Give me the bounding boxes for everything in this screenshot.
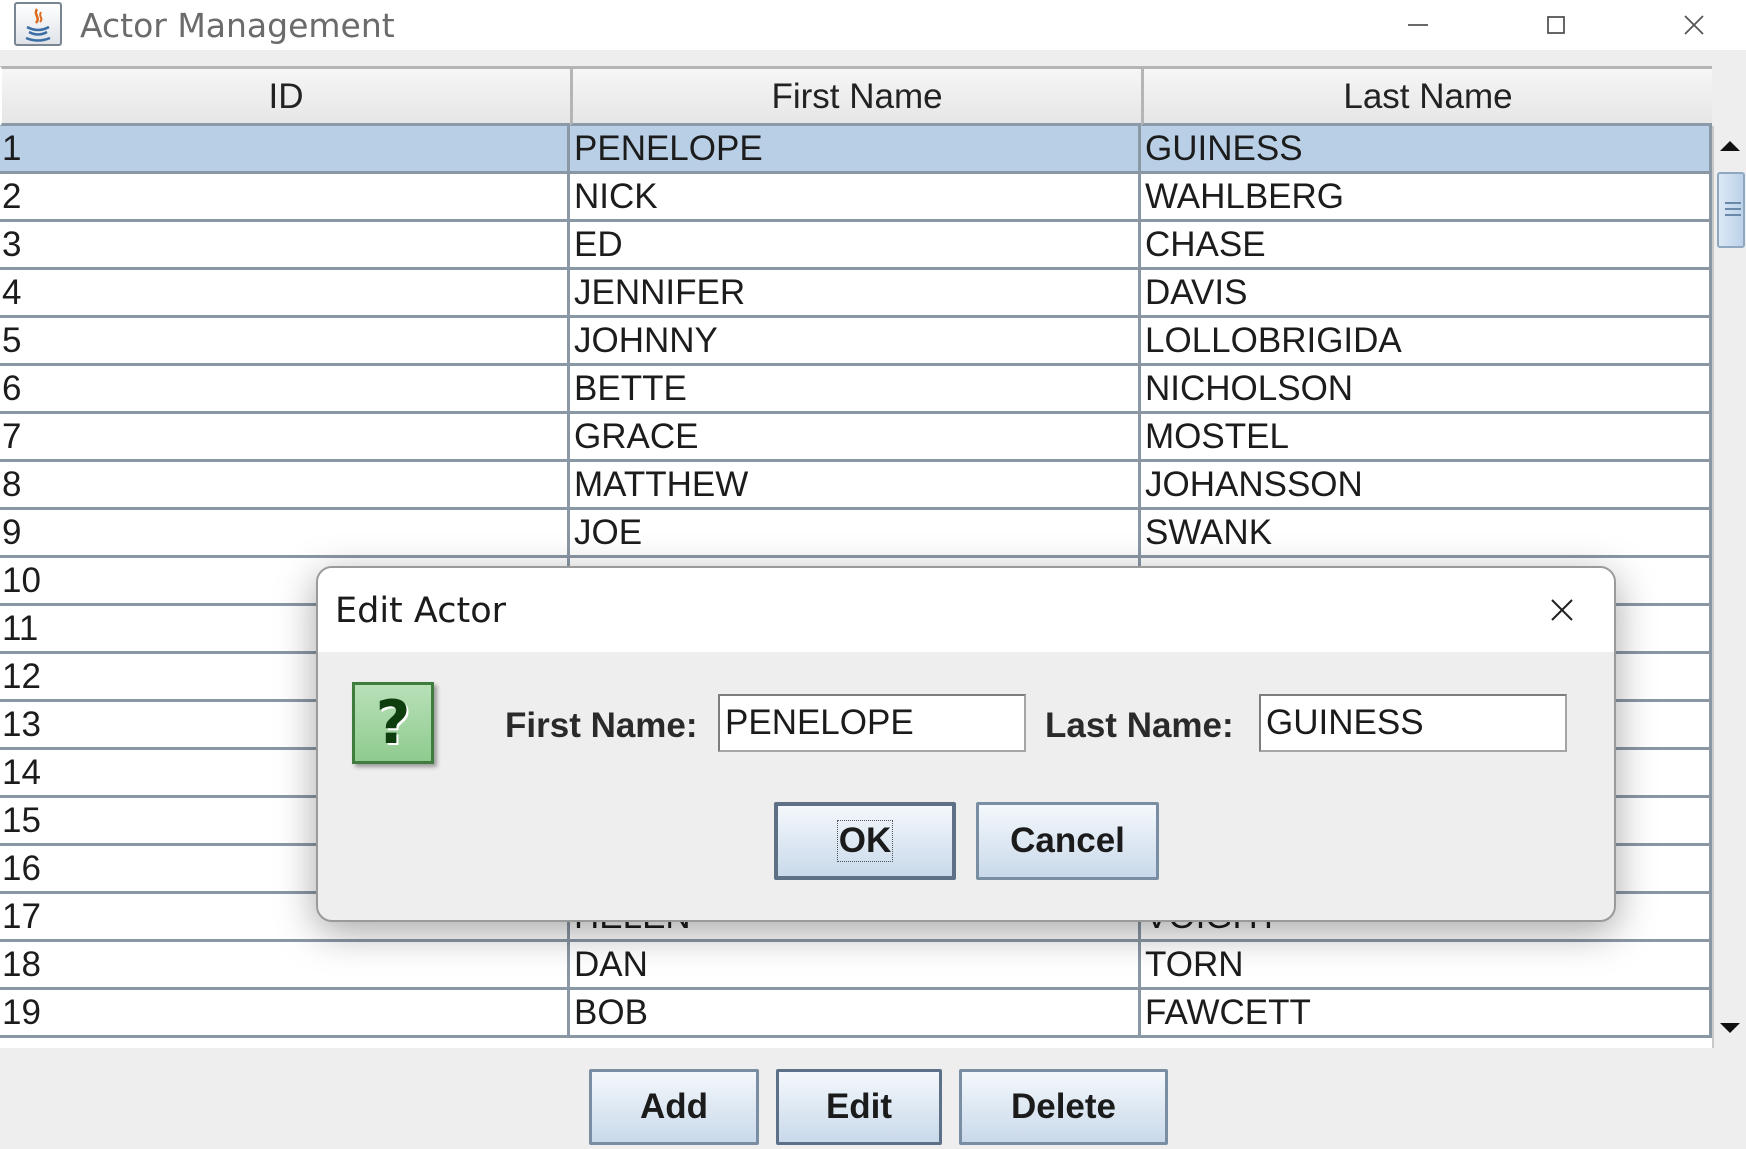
table-row[interactable]: 7 GRACE MOSTEL [0,414,1712,462]
question-mark-glyph: ? [375,688,411,758]
table-row[interactable]: 5 JOHNNY LOLLOBRIGIDA [0,318,1712,366]
cell-last-name[interactable]: LOLLOBRIGIDA [1141,318,1712,363]
last-name-label: Last Name: [1045,706,1234,745]
cell-id[interactable]: 5 [0,318,570,363]
cell-first-name[interactable]: JENNIFER [570,270,1141,315]
cell-first-name[interactable]: MATTHEW [570,462,1141,507]
vertical-scrollbar[interactable] [1712,126,1746,1048]
cell-id[interactable]: 18 [0,942,570,987]
dialog-title: Edit Actor [335,591,507,631]
first-name-field[interactable] [718,694,1026,752]
column-header-last-name[interactable]: Last Name [1141,66,1712,126]
column-header-first-name[interactable]: First Name [570,66,1141,126]
cell-id[interactable]: 3 [0,222,570,267]
cell-last-name[interactable]: FAWCETT [1141,990,1712,1035]
table-row[interactable]: 4 JENNIFER DAVIS [0,270,1712,318]
cell-id[interactable]: 8 [0,462,570,507]
column-header-id[interactable]: ID [0,66,570,126]
window-titlebar: Actor Management [0,0,1746,50]
close-icon[interactable] [1634,0,1746,50]
table-row[interactable]: 3 ED CHASE [0,222,1712,270]
cell-id[interactable]: 4 [0,270,570,315]
cell-first-name[interactable]: PENELOPE [570,126,1141,171]
cell-last-name[interactable]: SWANK [1141,510,1712,555]
table-row[interactable]: 2 NICK WAHLBERG [0,174,1712,222]
cell-last-name[interactable]: GUINESS [1141,126,1712,171]
cell-first-name[interactable]: NICK [570,174,1141,219]
cell-id[interactable]: 6 [0,366,570,411]
cell-first-name[interactable]: GRACE [570,414,1141,459]
cell-first-name[interactable]: JOHNNY [570,318,1141,363]
button-bar: Add Edit Delete [0,1048,1746,1149]
scroll-thumb[interactable] [1717,172,1745,248]
ok-button[interactable]: OK [774,802,956,880]
table-row[interactable]: 8 MATTHEW JOHANSSON [0,462,1712,510]
cell-last-name[interactable]: JOHANSSON [1141,462,1712,507]
delete-button[interactable]: Delete [959,1069,1168,1145]
maximize-icon[interactable] [1496,0,1616,50]
table-row[interactable]: 9 JOE SWANK [0,510,1712,558]
last-name-field[interactable] [1259,694,1567,752]
java-cup-icon [14,2,62,46]
cell-first-name[interactable]: BOB [570,990,1141,1035]
cell-last-name[interactable]: CHASE [1141,222,1712,267]
edit-actor-dialog: Edit Actor ? First Name: Last Name: OK C… [316,566,1616,922]
table-row[interactable]: 19 BOB FAWCETT [0,990,1712,1038]
question-icon: ? [352,682,434,764]
edit-button[interactable]: Edit [776,1069,942,1145]
cell-first-name[interactable]: DAN [570,942,1141,987]
cell-id[interactable]: 1 [0,126,570,171]
scroll-up-arrow-icon[interactable] [1714,126,1746,166]
cell-last-name[interactable]: TORN [1141,942,1712,987]
dialog-close-icon[interactable] [1532,580,1592,640]
table-row[interactable]: 6 BETTE NICHOLSON [0,366,1712,414]
scroll-down-arrow-icon[interactable] [1714,1008,1746,1048]
cell-last-name[interactable]: NICHOLSON [1141,366,1712,411]
table-row[interactable]: 18 DAN TORN [0,942,1712,990]
cell-id[interactable]: 2 [0,174,570,219]
cell-id[interactable]: 9 [0,510,570,555]
cell-last-name[interactable]: MOSTEL [1141,414,1712,459]
table-header: ID First Name Last Name [0,66,1712,126]
dialog-titlebar: Edit Actor [318,568,1614,652]
window-title: Actor Management [80,6,395,45]
cell-last-name[interactable]: DAVIS [1141,270,1712,315]
cell-first-name[interactable]: BETTE [570,366,1141,411]
ok-button-label: OK [836,820,894,862]
first-name-label: First Name: [505,706,698,745]
minimize-icon[interactable] [1358,0,1478,50]
cell-id[interactable]: 7 [0,414,570,459]
cell-id[interactable]: 19 [0,990,570,1035]
cell-last-name[interactable]: WAHLBERG [1141,174,1712,219]
cancel-button[interactable]: Cancel [976,802,1159,880]
cell-first-name[interactable]: JOE [570,510,1141,555]
add-button[interactable]: Add [589,1069,759,1145]
table-row[interactable]: 1 PENELOPE GUINESS [0,126,1712,174]
cell-first-name[interactable]: ED [570,222,1141,267]
